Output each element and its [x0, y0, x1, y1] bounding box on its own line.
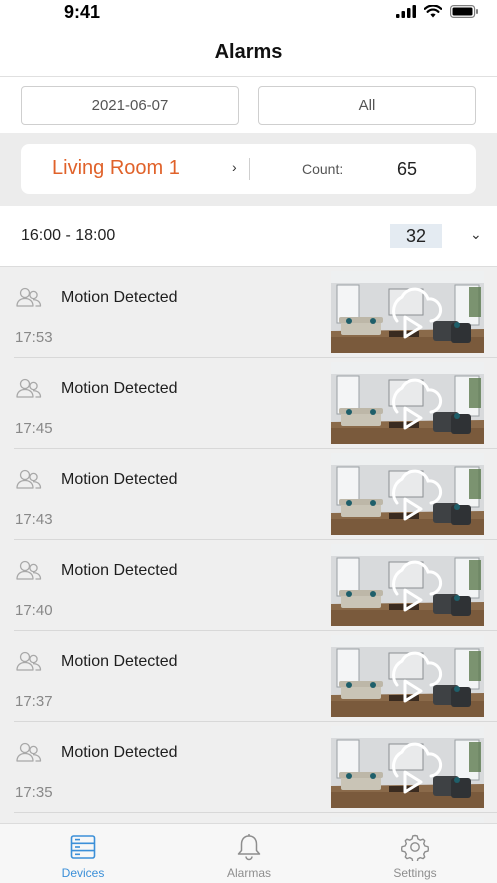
bell-icon	[237, 834, 261, 861]
alarm-list-item[interactable]: Motion Detected 17:40	[0, 540, 497, 631]
alarm-video-thumbnail[interactable]	[331, 635, 484, 717]
filter-row: 2021-06-07 All	[0, 77, 497, 133]
alarm-title: Motion Detected	[61, 562, 178, 579]
person-icon	[16, 560, 42, 580]
alarm-list[interactable]: Motion Detected 17:53 Motion Detected 17…	[0, 267, 497, 823]
alarm-time: 17:43	[15, 511, 53, 528]
tab-label: Devices	[61, 866, 105, 880]
alarm-time: 17:37	[15, 693, 53, 710]
person-icon	[16, 742, 42, 762]
alarm-title: Motion Detected	[61, 380, 178, 397]
device-area: Living Room 1 › Count: 65	[0, 133, 497, 206]
alarm-list-item[interactable]: Motion Detected 17:35	[0, 722, 497, 813]
cellular-signal-icon	[396, 5, 416, 18]
alarm-video-thumbnail[interactable]	[331, 453, 484, 535]
battery-icon	[450, 5, 478, 18]
alarm-title: Motion Detected	[61, 471, 178, 488]
date-filter-button[interactable]: 2021-06-07	[21, 86, 239, 125]
alarm-title: Motion Detected	[61, 744, 178, 761]
type-filter-button[interactable]: All	[258, 86, 476, 125]
alarm-list-item[interactable]: Motion Detected 17:53	[0, 267, 497, 358]
tab-alarms[interactable]: Alarmas	[166, 824, 332, 883]
device-name[interactable]: Living Room 1	[52, 157, 180, 180]
alarm-video-thumbnail[interactable]	[331, 271, 484, 353]
chevron-down-icon[interactable]: ⌄	[470, 226, 482, 243]
person-icon	[16, 651, 42, 671]
tab-label: Alarmas	[226, 866, 271, 880]
count-value: 65	[397, 159, 418, 179]
time-range-label: 16:00 - 18:00	[21, 227, 116, 244]
alarm-time: 17:53	[15, 329, 53, 346]
alarm-list-item[interactable]: Motion Detected 17:37	[0, 631, 497, 722]
time-range-header[interactable]: 16:00 - 18:00 32 ⌄	[0, 206, 497, 267]
alarm-time: 17:40	[15, 602, 53, 619]
tab-settings[interactable]: Settings	[332, 824, 497, 883]
alarm-title: Motion Detected	[61, 653, 178, 670]
status-time: 9:41	[64, 2, 101, 22]
status-bar: 9:41	[0, 0, 497, 28]
alarm-video-thumbnail[interactable]	[331, 544, 484, 626]
tab-devices[interactable]: Devices	[0, 824, 166, 883]
alarm-title: Motion Detected	[61, 289, 178, 306]
devices-icon	[70, 835, 96, 859]
person-icon	[16, 469, 42, 489]
tab-label: Settings	[393, 866, 437, 880]
alarm-time: 17:35	[15, 784, 53, 801]
count-label: Count:	[302, 161, 344, 177]
status-icons	[396, 5, 479, 18]
alarm-list-item[interactable]: Motion Detected 17:43	[0, 449, 497, 540]
divider	[249, 158, 250, 180]
alarm-list-item[interactable]: Motion Detected 17:45	[0, 358, 497, 449]
gear-icon	[401, 834, 429, 861]
alarm-time: 17:45	[15, 420, 53, 437]
navigation-bar: Alarms	[0, 28, 497, 77]
tab-bar: Devices Alarmas Settings	[0, 823, 497, 883]
person-icon	[16, 378, 42, 398]
device-card[interactable]: Living Room 1 › Count: 65	[21, 144, 476, 194]
time-range-count-badge: 32	[390, 224, 442, 248]
wifi-icon	[424, 5, 442, 18]
page-title: Alarms	[214, 40, 283, 63]
alarm-video-thumbnail[interactable]	[331, 726, 484, 808]
person-icon	[16, 287, 42, 307]
alarm-list-item[interactable]	[0, 813, 497, 823]
alarm-video-thumbnail[interactable]	[331, 362, 484, 444]
chevron-right-icon[interactable]: ›	[232, 159, 237, 175]
